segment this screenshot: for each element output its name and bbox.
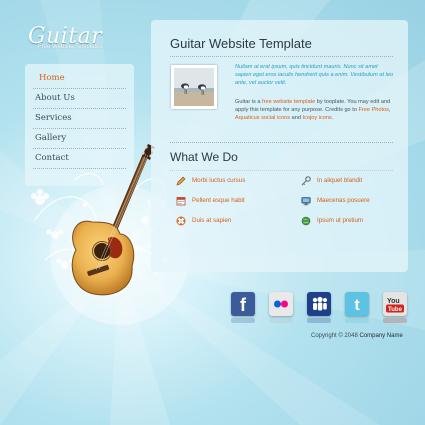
intro-text-part: Guitar is a <box>235 99 263 105</box>
facebook-icon-reflection <box>231 318 255 323</box>
page-title: Guitar Website Template <box>170 36 312 51</box>
seagull-photo <box>171 65 217 109</box>
lifebuoy-icon <box>176 216 186 226</box>
svg-text:f: f <box>240 295 247 315</box>
feature-item[interactable]: Maecenas posuere <box>301 195 370 207</box>
feature-label: Pellent esque habit <box>192 197 245 204</box>
copyright-prefix: Copyright © 2048 <box>311 333 360 339</box>
logo[interactable]: Guitar Free Website Templates <box>28 26 103 51</box>
twitter-icon[interactable]: t <box>345 292 369 316</box>
feature-label: Duis at sapien <box>192 217 232 224</box>
feature-item[interactable]: Pellent esque habit <box>176 195 245 207</box>
copyright-text: Copyright © 2048 Company Name <box>311 333 403 339</box>
feature-label: Maecenas posuere <box>317 197 370 204</box>
icojoy-icons-link[interactable]: Icojoy icons <box>303 115 332 121</box>
feature-item[interactable]: Ipsum ut pretium <box>301 215 363 227</box>
nav-item-about-us[interactable]: About Us <box>33 89 126 109</box>
feature-item[interactable]: Duis at sapien <box>176 215 231 227</box>
nav-item-services[interactable]: Services <box>33 109 126 129</box>
globe-icon <box>301 216 311 226</box>
guitar-illustration <box>71 144 155 296</box>
feature-label: In aliquet blandit <box>317 177 363 184</box>
title-divider <box>170 56 393 57</box>
feature-label: Ipsum ut pretium <box>317 217 364 224</box>
feature-item[interactable]: In aliquet blandit <box>301 175 362 187</box>
intro-text: Guitar is a free website template by too… <box>235 98 395 123</box>
section-title-underline <box>170 170 393 171</box>
youtube-icon-reflection <box>383 318 407 323</box>
section-title: What We Do <box>170 150 238 164</box>
myspace-icon-reflection <box>307 318 331 323</box>
facebook-icon[interactable]: f <box>231 292 255 316</box>
intro-text-part: and <box>290 115 303 122</box>
section-divider <box>170 142 393 143</box>
feature-item[interactable]: Morbi luctus cursus <box>176 175 245 187</box>
intro-text-part: , <box>388 107 391 114</box>
flickr-icon-reflection <box>269 318 293 323</box>
free-photos-link[interactable]: Free Photos <box>358 107 388 113</box>
feature-label: Morbi luctus cursus <box>192 177 246 184</box>
main-content-panel: Guitar Website Template Nullam at erat i… <box>151 20 408 272</box>
myspace-icon[interactable] <box>307 292 331 316</box>
free-website-template-link[interactable]: free website template <box>262 99 315 105</box>
calendar-icon <box>176 197 186 206</box>
key-icon <box>301 176 311 186</box>
intro-highlight-text: Nullam at erat ipsum, quis tincidunt mau… <box>235 64 394 87</box>
company-name-link[interactable]: Company Name <box>359 333 402 339</box>
svg-text:t: t <box>354 297 360 314</box>
aquaticus-social-icons-link[interactable]: Aquaticus social icons <box>235 115 290 121</box>
nav-item-home[interactable]: Home <box>33 69 126 89</box>
intro-text-part: . <box>331 115 334 122</box>
logo-subtitle: Free Website Templates <box>38 44 103 50</box>
pencil-icon <box>176 176 186 186</box>
svg-text:You: You <box>387 298 400 305</box>
monitor-icon <box>301 197 311 206</box>
flickr-icon[interactable] <box>269 292 293 316</box>
twitter-icon-reflection <box>345 318 369 323</box>
svg-text:Tube: Tube <box>388 307 403 313</box>
youtube-icon[interactable]: You Tube <box>383 292 407 316</box>
